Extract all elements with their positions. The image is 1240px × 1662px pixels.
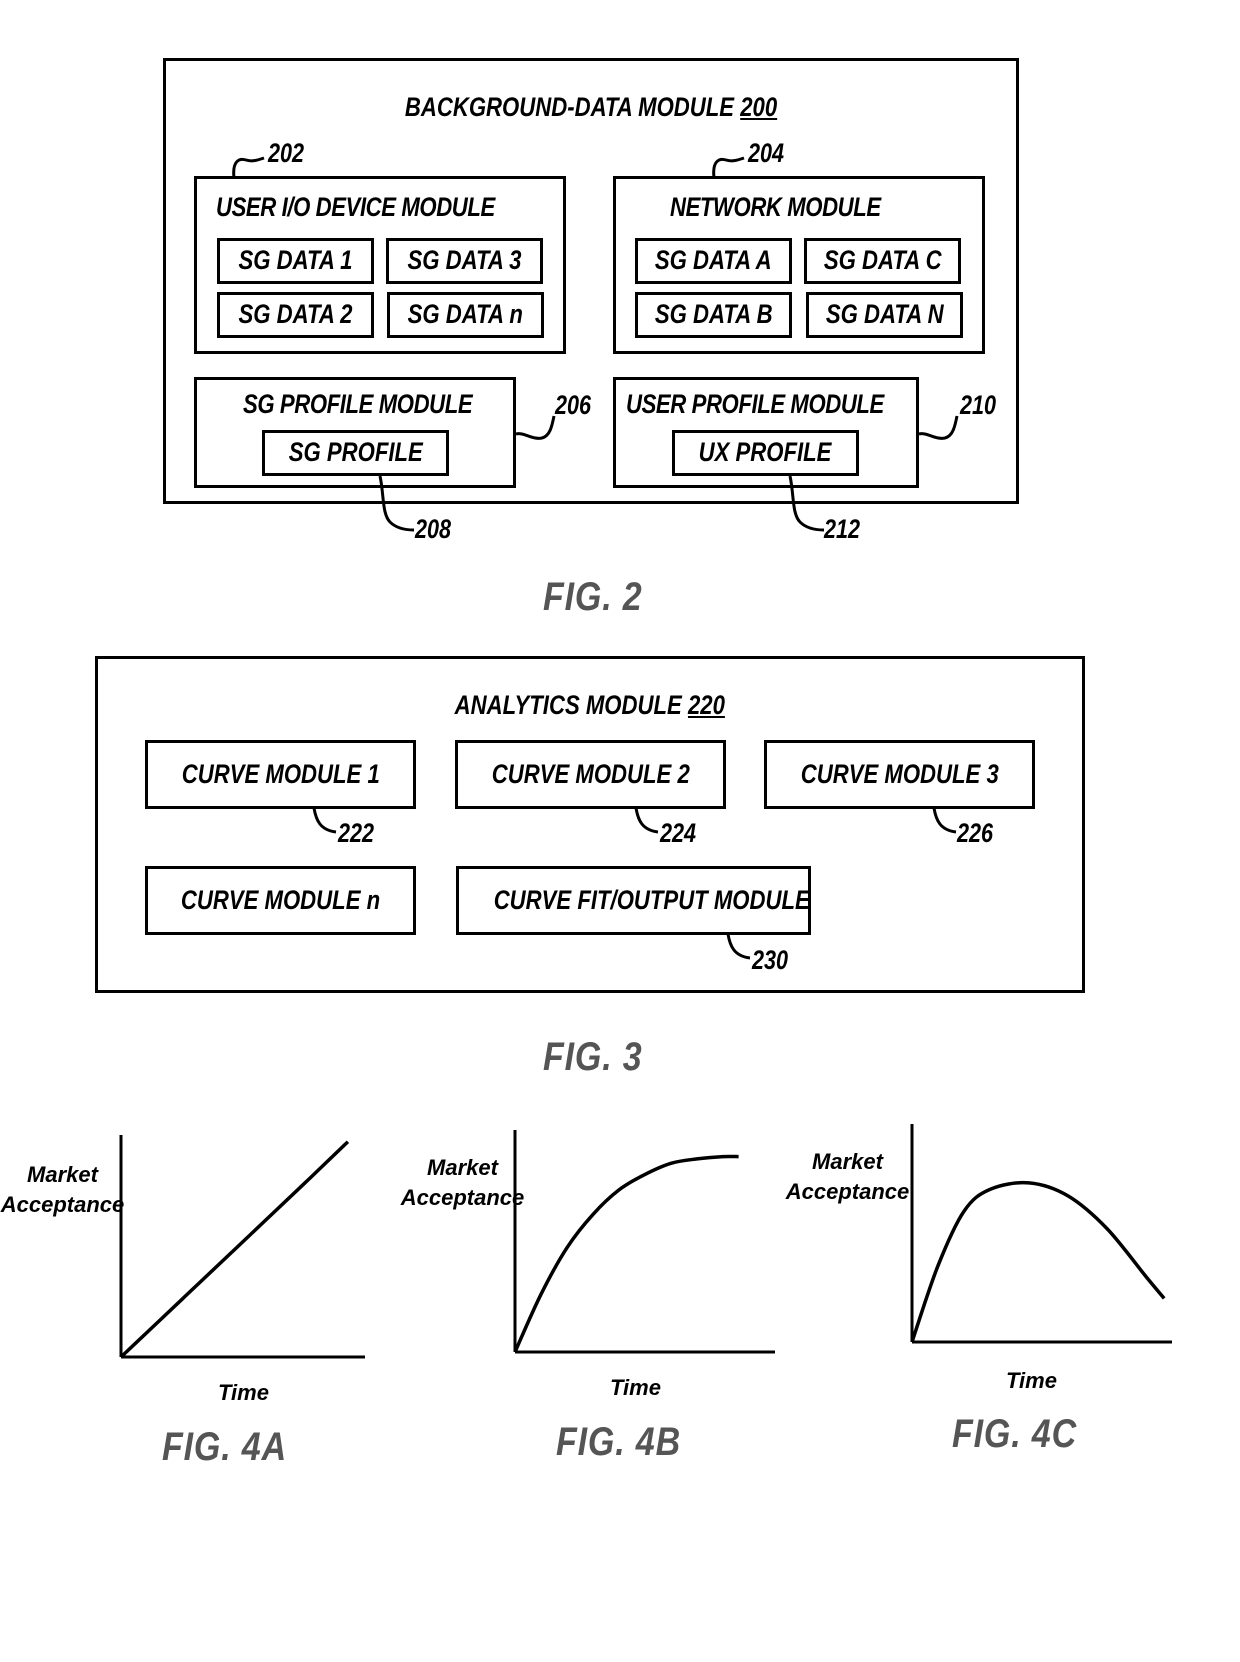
sg-data-N: SG DATA N [806,292,963,338]
plot-area [119,1135,365,1359]
market-acceptance-curve [119,1140,350,1359]
ref-202: 202 [268,138,305,168]
sg-data-1: SG DATA 1 [217,238,374,284]
curve-module-2: CURVE MODULE 2 [455,740,726,809]
y-axis-label-line2: Acceptance [400,1185,525,1210]
analytics-title-ref: 220 [688,690,726,720]
user-profile-module-label: USER PROFILE MODULE [626,389,884,419]
sg-data-a-label: SG DATA A [655,245,772,275]
y-axis-label: Market Acceptance [785,1147,910,1207]
curve-module-3-label: CURVE MODULE 3 [800,759,999,789]
sg-data-c: SG DATA C [804,238,961,284]
sg-data-2-label: SG DATA 2 [238,299,353,329]
x-axis-label: Time [218,1380,269,1405]
x-axis-label: Time [610,1375,661,1400]
market-acceptance-curve [910,1180,1166,1343]
sg-profile-label: SG PROFILE [288,437,423,467]
x-axis-label: Time [1006,1368,1057,1393]
fig-4a-caption: FIG. 4A [162,1425,287,1469]
curve-module-n-label: CURVE MODULE n [180,885,381,915]
analytics-module-title: ANALYTICS MODULE 220 [95,690,1085,721]
ref-210: 210 [960,390,997,420]
ux-profile-label: UX PROFILE [699,437,832,467]
sg-data-3-label: SG DATA 3 [407,245,522,275]
ref-222: 222 [338,818,375,848]
plot-area [910,1124,1172,1344]
y-axis-label: Market Acceptance [0,1160,125,1220]
ref-208: 208 [415,514,452,544]
network-module-label: NETWORK MODULE [670,192,881,222]
curve-fit-output-module-label: CURVE FIT/OUTPUT MODULE [493,885,810,915]
ref-224: 224 [660,818,697,848]
sg-profile-module-label: SG PROFILE MODULE [243,389,473,419]
y-axis-label: Market Acceptance [400,1153,525,1213]
y-axis-label-line2: Acceptance [0,1192,125,1217]
fig2-caption: FIG. 2 [543,575,643,619]
sg-data-b: SG DATA B [635,292,792,338]
fig3-caption: FIG. 3 [543,1035,643,1079]
sg-data-n: SG DATA n [387,292,544,338]
ref-212: 212 [824,514,861,544]
sg-data-N-label: SG DATA N [825,299,944,329]
y-axis-label-line2: Acceptance [785,1179,910,1204]
curve-module-n: CURVE MODULE n [145,866,416,935]
sg-data-b-label: SG DATA B [654,299,773,329]
background-data-module-title: BACKGROUND-DATA MODULE 200 [163,92,1019,123]
market-acceptance-curve [513,1154,739,1353]
title-ref: 200 [740,92,778,122]
curve-module-2-label: CURVE MODULE 2 [491,759,690,789]
y-axis-label-line1: Market [27,1162,98,1187]
ux-profile: UX PROFILE [672,430,859,476]
sg-data-c-label: SG DATA C [823,245,942,275]
curve-module-3: CURVE MODULE 3 [764,740,1035,809]
sg-data-3: SG DATA 3 [386,238,543,284]
sg-data-1-label: SG DATA 1 [238,245,353,275]
ref-204: 204 [748,138,785,168]
ref-206: 206 [555,390,592,420]
ref-226: 226 [957,818,994,848]
fig-4b-caption: FIG. 4B [556,1420,681,1464]
y-axis-label-line1: Market [427,1155,498,1180]
title-text: BACKGROUND-DATA MODULE [404,92,741,122]
curve-fit-output-module: CURVE FIT/OUTPUT MODULE [456,866,811,935]
fig-4c-caption: FIG. 4C [952,1412,1077,1456]
sg-data-a: SG DATA A [635,238,792,284]
ref-230: 230 [752,945,789,975]
curve-module-1-label: CURVE MODULE 1 [181,759,380,789]
y-axis-label-line1: Market [812,1149,883,1174]
sg-profile: SG PROFILE [262,430,449,476]
user-io-device-module-label: USER I/O DEVICE MODULE [216,192,495,222]
sg-data-n-label: SG DATA n [407,299,524,329]
curve-module-1: CURVE MODULE 1 [145,740,416,809]
plot-area [513,1130,775,1354]
analytics-title-text: ANALYTICS MODULE [454,690,689,720]
sg-data-2: SG DATA 2 [217,292,374,338]
